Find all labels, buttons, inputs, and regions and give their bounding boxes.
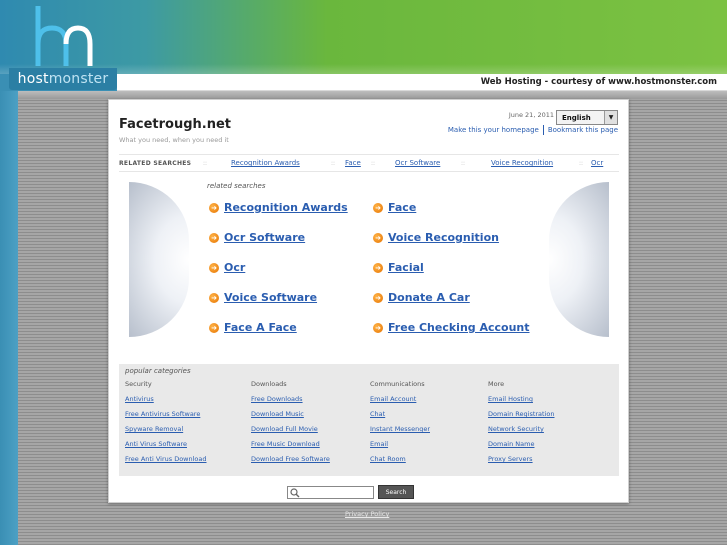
arrow-right-icon: ➜	[373, 202, 383, 213]
brand-logo[interactable]: host monster	[9, 68, 117, 90]
arrow-right-icon: ➜	[373, 262, 383, 273]
related-item[interactable]: ➜ Ocr	[209, 261, 245, 274]
related-link[interactable]: Ocr Software	[224, 231, 305, 244]
category-link[interactable]: Download Free Software	[251, 455, 330, 470]
hostmonster-logo-icon	[35, 6, 93, 66]
category-link[interactable]: Domain Name	[488, 440, 555, 455]
popular-categories-title: popular categories	[125, 367, 191, 375]
arrow-right-icon: ➜	[209, 232, 219, 243]
category-link[interactable]: Chat Room	[370, 455, 430, 470]
arrow-right-icon: ➜	[373, 322, 383, 333]
category-link[interactable]: Download Music	[251, 410, 330, 425]
related-item[interactable]: ➜ Face A Face	[209, 321, 297, 334]
arrow-right-icon: ➜	[209, 322, 219, 333]
brand-name-host: host	[17, 71, 49, 87]
related-link[interactable]: Face A Face	[224, 321, 297, 334]
related-item[interactable]: ➜ Facial	[373, 261, 424, 274]
bar-separator: ::	[579, 159, 584, 167]
related-bar-link-ocr-software[interactable]: Ocr Software	[395, 159, 461, 167]
arrow-right-icon: ➜	[209, 202, 219, 213]
related-searches-title: related searches	[207, 182, 266, 190]
related-link[interactable]: Free Checking Account	[388, 321, 530, 334]
search-button[interactable]: Search	[378, 485, 414, 499]
category-link[interactable]: Free Anti Virus Download	[125, 455, 207, 470]
search-input[interactable]	[287, 486, 374, 499]
category-link[interactable]: Free Music Download	[251, 440, 330, 455]
category-link[interactable]: Email Hosting	[488, 395, 555, 410]
arrow-right-icon: ➜	[209, 262, 219, 273]
related-bar-link-face[interactable]: Face	[345, 159, 371, 167]
decorative-bubble-right	[549, 182, 609, 337]
related-item[interactable]: ➜ Voice Software	[209, 291, 317, 304]
search-icon	[290, 488, 300, 498]
related-link[interactable]: Voice Recognition	[388, 231, 499, 244]
language-select[interactable]: English ▼	[556, 110, 618, 125]
related-bar-link-recognition-awards[interactable]: Recognition Awards	[231, 159, 331, 167]
bar-separator: ::	[371, 159, 376, 167]
arrow-right-icon: ➜	[373, 232, 383, 243]
hosting-banner-text: Web Hosting - courtesy of www.hostmonste…	[480, 77, 717, 87]
related-item[interactable]: ➜ Donate A Car	[373, 291, 470, 304]
category-column-more: More Email Hosting Domain Registration N…	[488, 380, 555, 470]
bar-separator: ::	[331, 159, 336, 167]
bar-separator: ::	[203, 159, 208, 167]
category-heading: Downloads	[251, 380, 287, 388]
category-link[interactable]: Spyware Removal	[125, 425, 207, 440]
category-link[interactable]: Free Downloads	[251, 395, 330, 410]
category-link[interactable]: Anti Virus Software	[125, 440, 207, 455]
bookmark-link[interactable]: Bookmark this page	[548, 126, 618, 134]
top-banner	[0, 0, 727, 74]
page-shelf	[18, 91, 727, 99]
category-link[interactable]: Free Antivirus Software	[125, 410, 207, 425]
hosting-banner: Web Hosting - courtesy of www.hostmonste…	[117, 74, 727, 91]
related-link[interactable]: Recognition Awards	[224, 201, 348, 214]
category-link[interactable]: Email Account	[370, 395, 430, 410]
related-item[interactable]: ➜ Face	[373, 201, 416, 214]
category-heading: Communications	[370, 380, 425, 388]
related-link[interactable]: Face	[388, 201, 416, 214]
category-link[interactable]: Chat	[370, 410, 430, 425]
category-heading: Security	[125, 380, 152, 388]
category-column-downloads: Downloads Free Downloads Download Music …	[251, 380, 330, 470]
bar-separator: ::	[461, 159, 466, 167]
arrow-right-icon: ➜	[209, 292, 219, 303]
link-divider	[542, 125, 544, 135]
category-link[interactable]: Proxy Servers	[488, 455, 555, 470]
left-strip	[0, 91, 18, 545]
language-value: English	[562, 113, 591, 122]
related-bar-link-ocr[interactable]: Ocr	[591, 159, 603, 167]
related-link[interactable]: Ocr	[224, 261, 245, 274]
chevron-down-icon[interactable]: ▼	[604, 111, 617, 124]
related-item[interactable]: ➜ Ocr Software	[209, 231, 305, 244]
related-searches-bar: RELATED SEARCHES :: Recognition Awards :…	[119, 154, 619, 172]
privacy-policy-link[interactable]: Privacy Policy	[345, 510, 389, 518]
category-column-communications: Communications Email Account Chat Instan…	[370, 380, 430, 470]
related-item[interactable]: ➜ Recognition Awards	[209, 201, 348, 214]
parked-page-card: Facetrough.net What you need, when you n…	[108, 99, 629, 503]
arrow-right-icon: ➜	[373, 292, 383, 303]
category-link[interactable]: Network Security	[488, 425, 555, 440]
page-title: Facetrough.net	[119, 117, 232, 132]
category-link[interactable]: Download Full Movie	[251, 425, 330, 440]
related-item[interactable]: ➜ Voice Recognition	[373, 231, 499, 244]
date-label: June 21, 2011	[508, 111, 554, 119]
related-link[interactable]: Voice Software	[224, 291, 317, 304]
related-bar-label: RELATED SEARCHES	[119, 159, 192, 167]
page-tagline: What you need, when you need it	[119, 136, 229, 144]
category-link[interactable]: Email	[370, 440, 430, 455]
category-column-security: Security Antivirus Free Antivirus Softwa…	[125, 380, 207, 470]
category-link[interactable]: Antivirus	[125, 395, 207, 410]
related-link[interactable]: Donate A Car	[388, 291, 470, 304]
top-links: Make this your homepage Bookmark this pa…	[448, 125, 618, 135]
related-link[interactable]: Facial	[388, 261, 424, 274]
category-link[interactable]: Instant Messenger	[370, 425, 430, 440]
related-item[interactable]: ➜ Free Checking Account	[373, 321, 530, 334]
brand-name-monster: monster	[48, 71, 109, 87]
category-link[interactable]: Domain Registration	[488, 410, 555, 425]
popular-categories: popular categories Security Antivirus Fr…	[119, 364, 619, 476]
category-heading: More	[488, 380, 505, 388]
make-homepage-link[interactable]: Make this your homepage	[448, 126, 539, 134]
related-bar-link-voice-recognition[interactable]: Voice Recognition	[491, 159, 579, 167]
decorative-bubble-left	[129, 182, 189, 337]
